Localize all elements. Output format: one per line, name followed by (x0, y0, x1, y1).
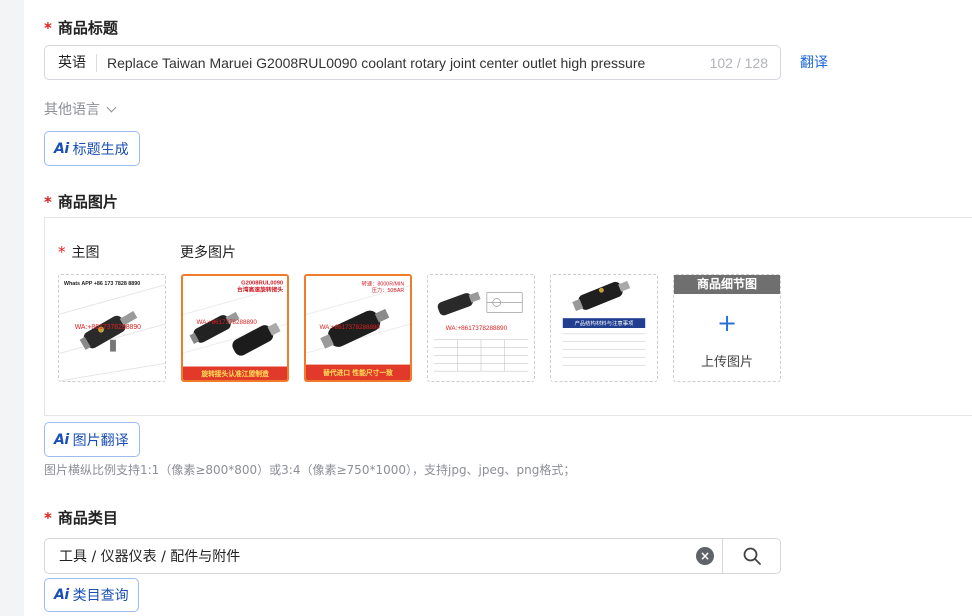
thumb-watermark: WA:+8617378288890 (446, 325, 508, 332)
required-mark: * (58, 243, 66, 261)
ai-icon: Ai (54, 431, 69, 448)
thumb-watermark: WA:+8617378288890 (196, 319, 257, 326)
ai-title-generate-button[interactable]: Ai 标题生成 (44, 131, 140, 166)
product-photo-icon: G2008RUL0090 台湾高速旋转接头 WA:+8617378288890 旋… (183, 276, 287, 380)
required-mark: * (44, 508, 52, 527)
other-languages-toggle[interactable]: 其他语言 (44, 99, 117, 119)
product-images-label: * 商品图片 (44, 191, 118, 212)
thumb-watermark: WA:+8617378288890 (75, 324, 141, 331)
upload-detail-image-button[interactable]: 商品细节图 + 上传图片 (673, 274, 781, 382)
main-image-thumbnail[interactable]: Whats APP +86 173 7828 8890 WA:+86173782… (58, 274, 166, 382)
product-photo-icon: 转速：8000R/MIN 压力：50BAR WA:+8617378288890 替… (306, 276, 410, 380)
thumb-banner-text: 替代进口 性能尺寸一致 (323, 368, 393, 377)
product-category-label: * 商品类目 (44, 507, 118, 528)
required-mark: * (44, 192, 52, 211)
product-photo-icon: 产品结构材料与注意事项 (551, 275, 657, 381)
image-format-hint: 图片横纵比例支持1:1（像素≥800*800）或3:4（像素≥750*1000）… (44, 463, 576, 477)
more-image-thumbnail[interactable]: 转速：8000R/MIN 压力：50BAR WA:+8617378288890 替… (304, 274, 412, 382)
product-category-label-text: 商品类目 (57, 509, 118, 527)
ai-icon: Ai (54, 140, 69, 157)
more-images-label: 更多图片 (180, 242, 236, 262)
thumb-banner-text: 旋转接头认准江盟制造 (200, 369, 269, 378)
more-image-thumbnail[interactable]: G2008RUL0090 台湾高速旋转接头 WA:+8617378288890 旋… (181, 274, 289, 382)
search-icon (743, 547, 761, 565)
product-title-label: * 商品标题 (44, 17, 118, 38)
plus-icon: + (716, 309, 738, 337)
category-value: 工具 / 仪器仪表 / 配件与附件 (59, 549, 241, 565)
left-sidebar-strip (0, 0, 24, 616)
clear-icon[interactable]: × (696, 547, 714, 565)
more-image-thumbnail[interactable]: 产品结构材料与注意事项 (550, 274, 658, 382)
thumb-watermark: WA:+8617378288890 (319, 324, 380, 331)
ai-title-generate-label: 标题生成 (72, 141, 129, 158)
product-title-input[interactable]: 英语 Replace Taiwan Maruei G2008RUL0090 co… (44, 45, 781, 80)
product-title-label-text: 商品标题 (57, 19, 118, 37)
thumb-text-top: Whats APP +86 173 7828 8890 (64, 281, 140, 287)
thumb-banner-text: 产品结构材料与注意事项 (574, 319, 634, 327)
ai-icon: Ai (54, 587, 69, 603)
category-select-input[interactable]: 工具 / 仪器仪表 / 配件与附件 × (44, 538, 781, 574)
translate-link[interactable]: 翻译 (800, 52, 828, 72)
ai-image-translate-label: 图片翻译 (72, 432, 129, 449)
ai-category-query-label: 类目查询 (72, 588, 129, 604)
product-images-label-text: 商品图片 (57, 193, 118, 211)
category-search-button[interactable] (722, 539, 780, 573)
ai-image-translate-button[interactable]: Ai 图片翻译 (44, 422, 140, 457)
more-image-thumbnail[interactable]: WA:+8617378288890 (427, 274, 535, 382)
ai-category-query-button[interactable]: Ai 类目查询 (44, 578, 139, 612)
more-images-label-text: 更多图片 (180, 245, 236, 261)
product-title-value[interactable]: Replace Taiwan Maruei G2008RUL0090 coola… (97, 55, 706, 71)
upload-header: 商品细节图 (674, 275, 780, 294)
language-prefix: 英语 (45, 53, 97, 72)
main-image-label: * 主图 (58, 242, 100, 262)
other-languages-label: 其他语言 (44, 102, 100, 118)
product-photo-icon: Whats APP +86 173 7828 8890 WA:+86173782… (59, 275, 165, 381)
chevron-down-icon (106, 102, 117, 112)
char-count: 102 / 128 (709, 54, 768, 71)
thumb-text-top: G2008RUL0090 台湾高速旋转接头 (237, 281, 283, 294)
required-mark: * (44, 18, 52, 37)
product-drawing-icon: WA:+8617378288890 (428, 275, 534, 381)
main-image-label-text: 主图 (71, 245, 100, 261)
upload-label: 上传图片 (700, 355, 753, 370)
